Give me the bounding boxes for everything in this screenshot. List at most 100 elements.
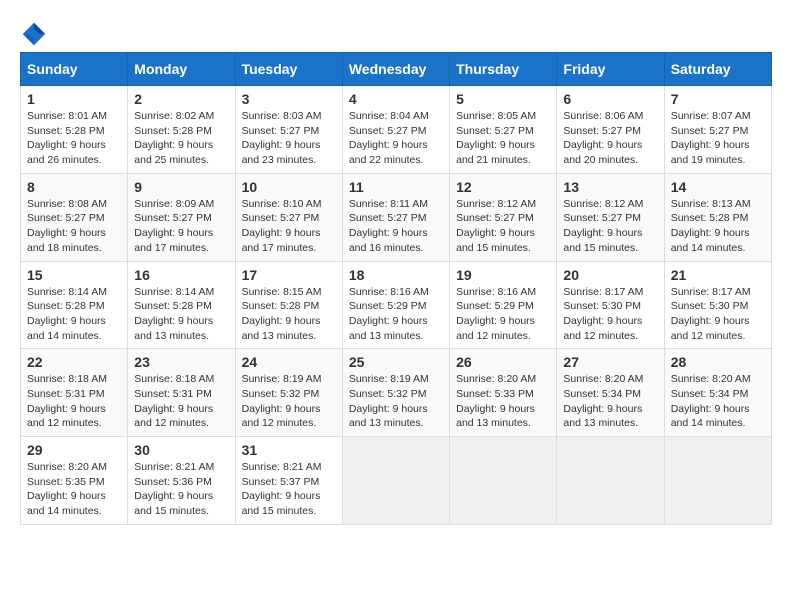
daylight-text: Daylight: 9 hours and 17 minutes. [134, 226, 228, 255]
day-info: Sunrise: 8:14 AM Sunset: 5:28 PM Dayligh… [134, 285, 228, 344]
day-number: 28 [671, 354, 765, 370]
sunrise-text: Sunrise: 8:14 AM [134, 285, 228, 300]
sunrise-text: Sunrise: 8:03 AM [242, 109, 336, 124]
daylight-text: Daylight: 9 hours and 15 minutes. [242, 489, 336, 518]
sunset-text: Sunset: 5:28 PM [242, 299, 336, 314]
sunrise-text: Sunrise: 8:15 AM [242, 285, 336, 300]
sunrise-text: Sunrise: 8:18 AM [27, 372, 121, 387]
table-row: 25 Sunrise: 8:19 AM Sunset: 5:32 PM Dayl… [342, 349, 449, 437]
daylight-text: Daylight: 9 hours and 12 minutes. [242, 402, 336, 431]
sunset-text: Sunset: 5:27 PM [349, 211, 443, 226]
sunrise-text: Sunrise: 8:17 AM [671, 285, 765, 300]
day-info: Sunrise: 8:11 AM Sunset: 5:27 PM Dayligh… [349, 197, 443, 256]
day-info: Sunrise: 8:20 AM Sunset: 5:35 PM Dayligh… [27, 460, 121, 519]
sunrise-text: Sunrise: 8:05 AM [456, 109, 550, 124]
daylight-text: Daylight: 9 hours and 26 minutes. [27, 138, 121, 167]
calendar-header-row: SundayMondayTuesdayWednesdayThursdayFrid… [21, 53, 772, 86]
sunrise-text: Sunrise: 8:10 AM [242, 197, 336, 212]
sunrise-text: Sunrise: 8:21 AM [134, 460, 228, 475]
sunset-text: Sunset: 5:27 PM [242, 211, 336, 226]
sunset-text: Sunset: 5:28 PM [134, 299, 228, 314]
sunset-text: Sunset: 5:29 PM [456, 299, 550, 314]
day-number: 10 [242, 179, 336, 195]
column-header-monday: Monday [128, 53, 235, 86]
calendar-week-5: 29 Sunrise: 8:20 AM Sunset: 5:35 PM Dayl… [21, 437, 772, 525]
calendar-week-2: 8 Sunrise: 8:08 AM Sunset: 5:27 PM Dayli… [21, 173, 772, 261]
table-row [664, 437, 771, 525]
sunset-text: Sunset: 5:27 PM [456, 124, 550, 139]
day-info: Sunrise: 8:02 AM Sunset: 5:28 PM Dayligh… [134, 109, 228, 168]
table-row: 16 Sunrise: 8:14 AM Sunset: 5:28 PM Dayl… [128, 261, 235, 349]
column-header-thursday: Thursday [450, 53, 557, 86]
sunset-text: Sunset: 5:28 PM [27, 124, 121, 139]
sunset-text: Sunset: 5:34 PM [671, 387, 765, 402]
day-number: 25 [349, 354, 443, 370]
sunrise-text: Sunrise: 8:04 AM [349, 109, 443, 124]
day-info: Sunrise: 8:07 AM Sunset: 5:27 PM Dayligh… [671, 109, 765, 168]
table-row: 14 Sunrise: 8:13 AM Sunset: 5:28 PM Dayl… [664, 173, 771, 261]
table-row: 15 Sunrise: 8:14 AM Sunset: 5:28 PM Dayl… [21, 261, 128, 349]
day-number: 18 [349, 267, 443, 283]
table-row: 12 Sunrise: 8:12 AM Sunset: 5:27 PM Dayl… [450, 173, 557, 261]
day-info: Sunrise: 8:20 AM Sunset: 5:34 PM Dayligh… [563, 372, 657, 431]
daylight-text: Daylight: 9 hours and 25 minutes. [134, 138, 228, 167]
sunset-text: Sunset: 5:30 PM [671, 299, 765, 314]
table-row: 10 Sunrise: 8:10 AM Sunset: 5:27 PM Dayl… [235, 173, 342, 261]
daylight-text: Daylight: 9 hours and 15 minutes. [134, 489, 228, 518]
logo [20, 20, 52, 48]
day-number: 15 [27, 267, 121, 283]
day-number: 1 [27, 91, 121, 107]
sunrise-text: Sunrise: 8:01 AM [27, 109, 121, 124]
table-row: 26 Sunrise: 8:20 AM Sunset: 5:33 PM Dayl… [450, 349, 557, 437]
sunset-text: Sunset: 5:27 PM [671, 124, 765, 139]
daylight-text: Daylight: 9 hours and 18 minutes. [27, 226, 121, 255]
day-number: 9 [134, 179, 228, 195]
day-number: 30 [134, 442, 228, 458]
daylight-text: Daylight: 9 hours and 14 minutes. [27, 314, 121, 343]
day-number: 14 [671, 179, 765, 195]
sunset-text: Sunset: 5:30 PM [563, 299, 657, 314]
column-header-tuesday: Tuesday [235, 53, 342, 86]
sunset-text: Sunset: 5:31 PM [27, 387, 121, 402]
sunrise-text: Sunrise: 8:09 AM [134, 197, 228, 212]
day-number: 24 [242, 354, 336, 370]
day-info: Sunrise: 8:21 AM Sunset: 5:37 PM Dayligh… [242, 460, 336, 519]
table-row: 27 Sunrise: 8:20 AM Sunset: 5:34 PM Dayl… [557, 349, 664, 437]
sunrise-text: Sunrise: 8:14 AM [27, 285, 121, 300]
day-number: 3 [242, 91, 336, 107]
daylight-text: Daylight: 9 hours and 13 minutes. [242, 314, 336, 343]
table-row: 19 Sunrise: 8:16 AM Sunset: 5:29 PM Dayl… [450, 261, 557, 349]
daylight-text: Daylight: 9 hours and 13 minutes. [134, 314, 228, 343]
sunset-text: Sunset: 5:33 PM [456, 387, 550, 402]
daylight-text: Daylight: 9 hours and 12 minutes. [671, 314, 765, 343]
daylight-text: Daylight: 9 hours and 14 minutes. [671, 226, 765, 255]
day-number: 20 [563, 267, 657, 283]
table-row [450, 437, 557, 525]
day-info: Sunrise: 8:18 AM Sunset: 5:31 PM Dayligh… [134, 372, 228, 431]
day-number: 8 [27, 179, 121, 195]
column-header-sunday: Sunday [21, 53, 128, 86]
day-info: Sunrise: 8:01 AM Sunset: 5:28 PM Dayligh… [27, 109, 121, 168]
table-row: 21 Sunrise: 8:17 AM Sunset: 5:30 PM Dayl… [664, 261, 771, 349]
table-row: 20 Sunrise: 8:17 AM Sunset: 5:30 PM Dayl… [557, 261, 664, 349]
day-info: Sunrise: 8:06 AM Sunset: 5:27 PM Dayligh… [563, 109, 657, 168]
sunrise-text: Sunrise: 8:21 AM [242, 460, 336, 475]
day-number: 23 [134, 354, 228, 370]
day-number: 17 [242, 267, 336, 283]
daylight-text: Daylight: 9 hours and 15 minutes. [456, 226, 550, 255]
table-row: 23 Sunrise: 8:18 AM Sunset: 5:31 PM Dayl… [128, 349, 235, 437]
sunrise-text: Sunrise: 8:08 AM [27, 197, 121, 212]
table-row: 1 Sunrise: 8:01 AM Sunset: 5:28 PM Dayli… [21, 86, 128, 174]
table-row: 11 Sunrise: 8:11 AM Sunset: 5:27 PM Dayl… [342, 173, 449, 261]
day-info: Sunrise: 8:08 AM Sunset: 5:27 PM Dayligh… [27, 197, 121, 256]
day-number: 11 [349, 179, 443, 195]
day-number: 2 [134, 91, 228, 107]
day-info: Sunrise: 8:18 AM Sunset: 5:31 PM Dayligh… [27, 372, 121, 431]
table-row [342, 437, 449, 525]
daylight-text: Daylight: 9 hours and 14 minutes. [671, 402, 765, 431]
sunset-text: Sunset: 5:31 PM [134, 387, 228, 402]
column-header-saturday: Saturday [664, 53, 771, 86]
day-info: Sunrise: 8:16 AM Sunset: 5:29 PM Dayligh… [456, 285, 550, 344]
day-info: Sunrise: 8:20 AM Sunset: 5:34 PM Dayligh… [671, 372, 765, 431]
sunrise-text: Sunrise: 8:20 AM [671, 372, 765, 387]
